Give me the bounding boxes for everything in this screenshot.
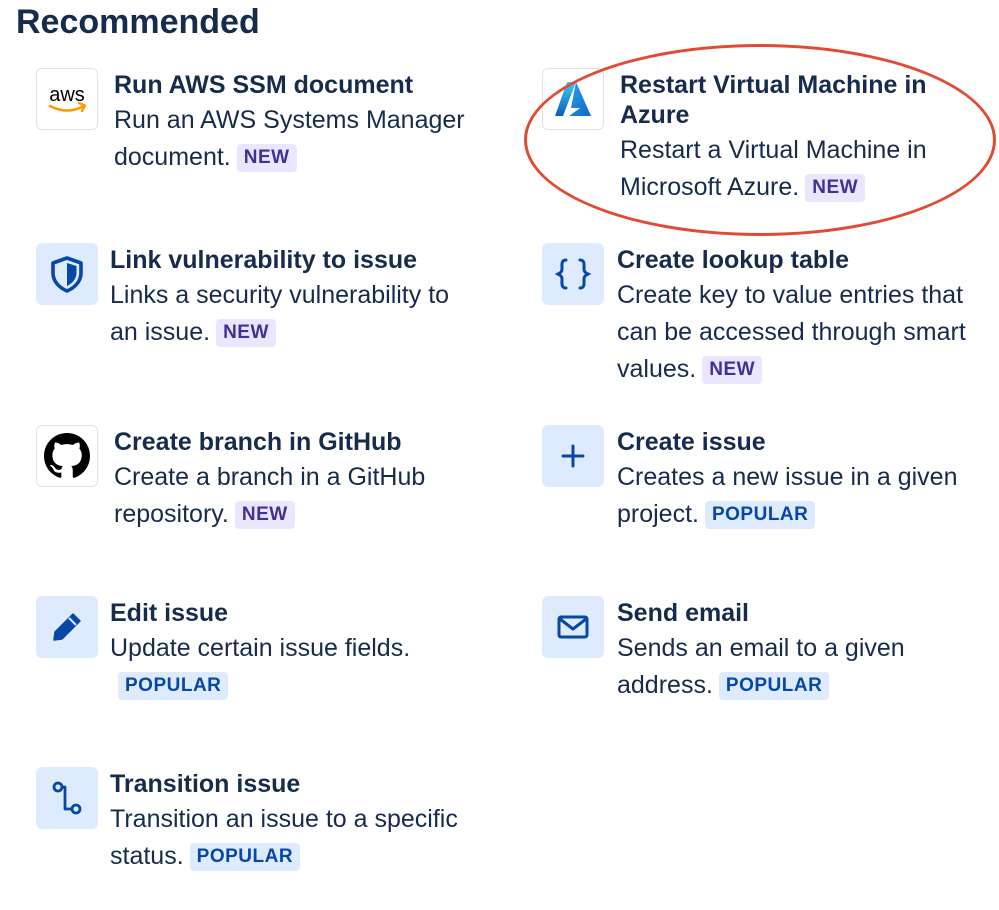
section-heading: Recommended [16, 3, 260, 41]
new-badge: NEW [236, 144, 297, 172]
transition-icon [36, 767, 98, 829]
new-badge: NEW [702, 356, 763, 384]
aws-logo-icon: aws [36, 68, 98, 130]
card-title: Send email [617, 599, 749, 627]
new-badge: NEW [234, 501, 295, 529]
new-badge: NEW [805, 174, 866, 202]
card-title: Create lookup table [617, 246, 849, 274]
card-description: Restart a Virtual Machine in Microsoft A… [620, 136, 927, 201]
popular-badge: POPULAR [704, 501, 816, 529]
card-title: Edit issue [110, 599, 229, 627]
plus-icon [542, 425, 604, 487]
curly-braces-icon [542, 243, 604, 305]
card-title: Link vulnerability to issue [110, 246, 418, 274]
card-description: Links a security vulnerability to an iss… [110, 281, 450, 346]
card-title: Run AWS SSM document [114, 71, 414, 99]
new-badge: NEW [216, 319, 276, 347]
card-title: Transition issue [110, 770, 301, 798]
azure-logo-icon [542, 68, 604, 130]
github-logo-icon [36, 425, 98, 487]
card-title: Restart Virtual Machine in Azure [620, 71, 927, 129]
popular-badge: POPULAR [189, 843, 301, 871]
popular-badge: POPULAR [718, 672, 830, 700]
shield-icon [36, 243, 98, 305]
envelope-icon [542, 596, 604, 658]
card-description: Create key to value entries that can be … [617, 281, 966, 383]
card-title: Create issue [617, 428, 766, 456]
card-title: Create branch in GitHub [114, 428, 402, 456]
pencil-icon [36, 596, 98, 658]
card-description: Update certain issue fields. [110, 634, 411, 662]
popular-badge: POPULAR [118, 672, 229, 700]
